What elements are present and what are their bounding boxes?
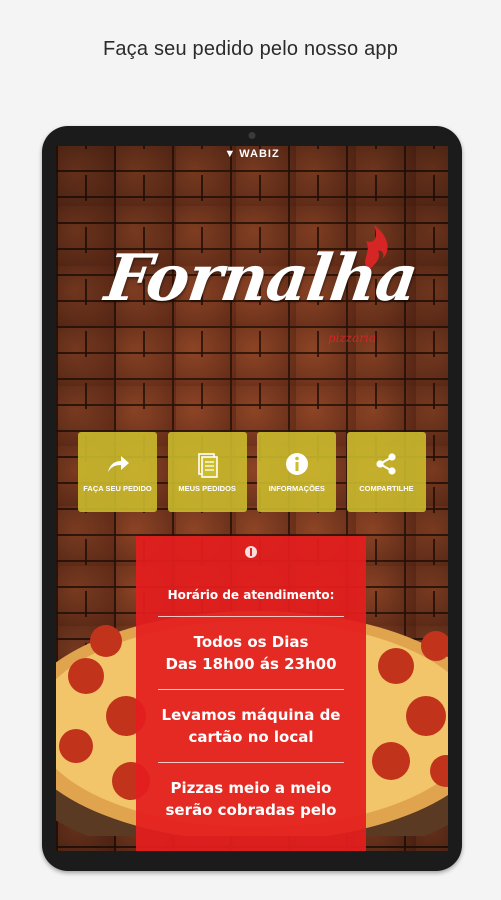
logo-wordmark: Fornalha	[100, 241, 422, 316]
divider	[158, 762, 344, 763]
divider	[158, 689, 344, 690]
wabiz-logo-icon: ▼	[224, 148, 237, 160]
tile-info-button[interactable]: INFORMAÇÕES	[257, 432, 337, 512]
card-machine-text: Levamos máquina de cartão no local	[136, 704, 366, 748]
wabiz-brand: ▼ WABIZ	[56, 148, 448, 160]
hours-line-1: Todos os Dias	[193, 633, 309, 651]
tile-info-label: INFORMAÇÕES	[268, 484, 325, 493]
tile-share-button[interactable]: COMPARTILHE	[346, 432, 426, 512]
tile-my-orders-label: MEUS PEDIDOS	[178, 484, 236, 493]
logo-subtitle: pizzaria	[327, 331, 376, 345]
divider	[158, 616, 344, 617]
tablet-device-frame: ▼ WABIZ Fornalha pizzaria FAÇA SEU PEDIDO	[42, 126, 462, 871]
hours-line-2: Das 18h00 ás 23h00	[165, 655, 337, 673]
tile-order-button[interactable]: FAÇA SEU PEDIDO	[78, 432, 157, 512]
app-screen: ▼ WABIZ Fornalha pizzaria FAÇA SEU PEDIDO	[56, 146, 448, 851]
tile-my-orders-button[interactable]: MEUS PEDIDOS	[167, 432, 247, 512]
hours-heading: Horário de atendimento:	[167, 588, 335, 602]
fornalha-logo: Fornalha pizzaria	[101, 225, 422, 351]
info-icon	[285, 453, 308, 475]
half-pizza-line-2: serão cobradas pelo	[165, 801, 337, 819]
info-panel[interactable]: Horário de atendimento: Todos os Dias Da…	[136, 536, 366, 851]
card-line-1: Levamos máquina de	[161, 706, 341, 724]
wabiz-brand-text: WABIZ	[239, 148, 280, 160]
store-caption: Faça seu pedido pelo nosso app	[102, 38, 399, 60]
share-arrow-icon	[107, 456, 129, 472]
half-pizza-text: Pizzas meio a meio serão cobradas pelo	[136, 777, 366, 821]
tile-share-label: COMPARTILHE	[359, 484, 414, 493]
half-pizza-line-1: Pizzas meio a meio	[170, 779, 332, 797]
hours-text: Todos os Dias Das 18h00 ás 23h00	[136, 631, 366, 675]
menu-tiles: FAÇA SEU PEDIDO MEUS PEDIDOS INFORMAÇÕES…	[78, 432, 426, 512]
share-icon	[376, 453, 397, 475]
tile-order-label: FAÇA SEU PEDIDO	[83, 484, 152, 493]
drag-handle-icon[interactable]	[245, 546, 257, 558]
document-icon	[198, 453, 218, 478]
card-line-2: cartão no local	[188, 728, 314, 746]
camera-dot	[248, 132, 256, 139]
